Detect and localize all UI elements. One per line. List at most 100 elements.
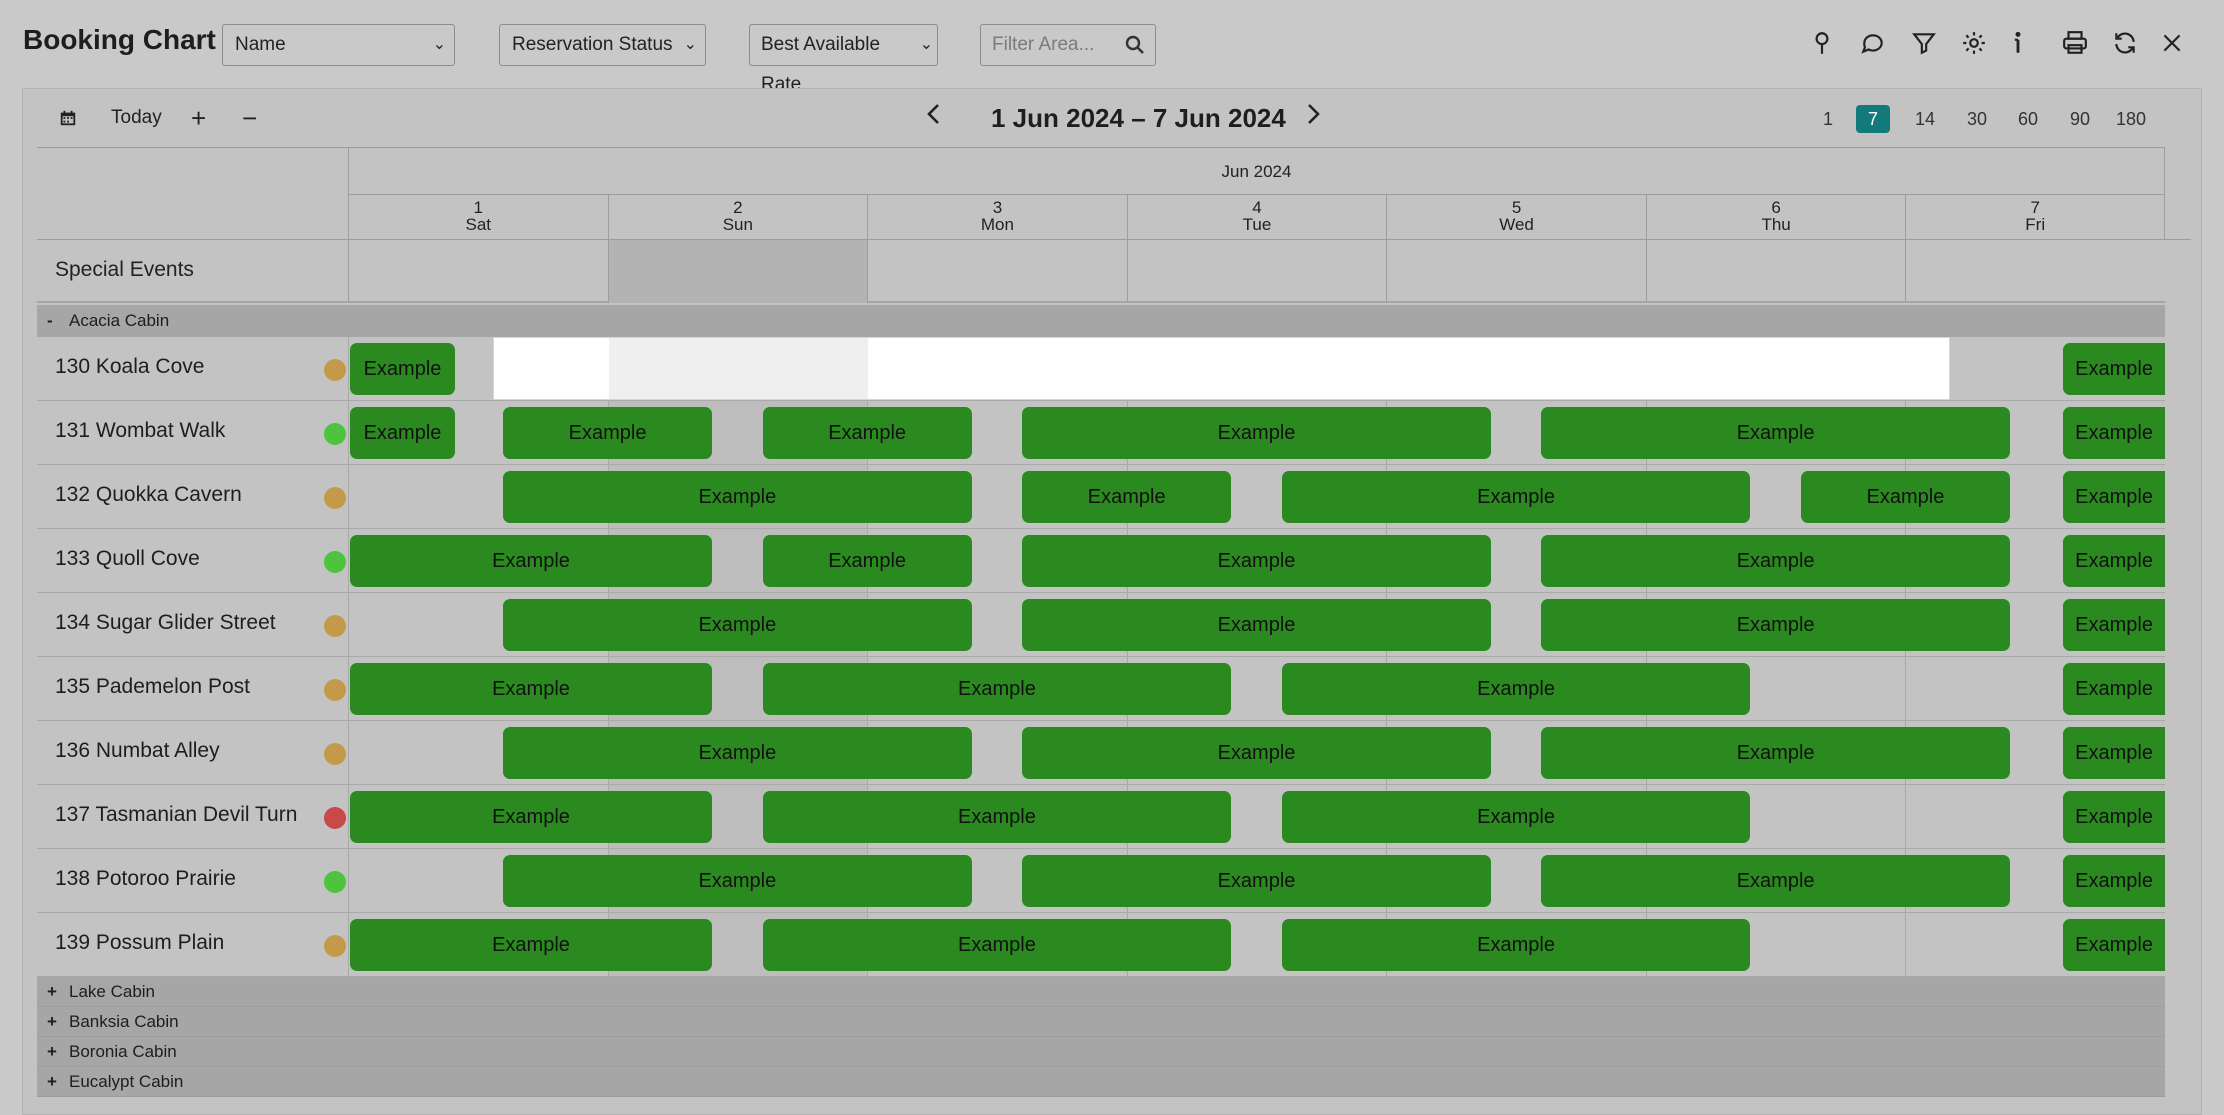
booking-block[interactable]: Example: [1022, 471, 1232, 523]
special-event-cell[interactable]: [867, 240, 1127, 303]
booking-block[interactable]: Example: [350, 663, 712, 715]
room-name[interactable]: 138 Potoroo Prairie: [55, 867, 236, 891]
booking-block[interactable]: Example: [2063, 919, 2165, 971]
booking-block[interactable]: Example: [2063, 599, 2165, 651]
group-row-collapsed[interactable]: + Boronia Cabin: [37, 1037, 2165, 1067]
booking-block[interactable]: Example: [2063, 855, 2165, 907]
rate-select[interactable]: Best Available Rate ⌄: [749, 24, 938, 95]
room-status-indicator[interactable]: [324, 487, 346, 509]
info-icon[interactable]: [2001, 26, 2035, 60]
room-name[interactable]: 136 Numbat Alley: [55, 739, 220, 763]
zoom-option-30[interactable]: 30: [1960, 105, 1994, 133]
room-name[interactable]: 133 Quoll Cove: [55, 547, 200, 571]
booking-block[interactable]: Example: [762, 919, 1232, 971]
expand-toggle[interactable]: +: [47, 1012, 69, 1032]
room-name[interactable]: 131 Wombat Walk: [55, 419, 225, 443]
refresh-icon[interactable]: [2108, 26, 2142, 60]
booking-block[interactable]: Example: [503, 727, 972, 779]
zoom-option-60[interactable]: 60: [2011, 105, 2045, 133]
room-name[interactable]: 134 Sugar Glider Street: [55, 611, 276, 635]
zoom-option-90[interactable]: 90: [2063, 105, 2097, 133]
room-status-indicator[interactable]: [324, 935, 346, 957]
filter-icon[interactable]: [1907, 26, 1941, 60]
booking-block[interactable]: Example: [1022, 855, 1491, 907]
booking-block[interactable]: Example: [350, 791, 712, 843]
booking-block[interactable]: Example: [1281, 919, 1751, 971]
collapse-toggle[interactable]: -: [47, 311, 69, 331]
booking-block[interactable]: Example: [762, 407, 972, 459]
booking-block[interactable]: Example: [1281, 471, 1751, 523]
expand-toggle[interactable]: +: [47, 1042, 69, 1062]
group-row-collapsed[interactable]: + Banksia Cabin: [37, 1007, 2165, 1037]
booking-block[interactable]: Example: [503, 599, 972, 651]
booking-block[interactable]: Example: [1022, 599, 1491, 651]
room-status-indicator[interactable]: [324, 743, 346, 765]
expand-toggle[interactable]: +: [47, 1072, 69, 1092]
booking-block[interactable]: Example: [350, 919, 712, 971]
room-name[interactable]: 135 Pademelon Post: [55, 675, 250, 699]
booking-block[interactable]: Example: [2063, 471, 2165, 523]
booking-block[interactable]: Example: [350, 343, 456, 395]
zoom-in-button[interactable]: +: [191, 103, 206, 133]
booking-block[interactable]: Example: [1022, 727, 1491, 779]
booking-block[interactable]: Example: [762, 791, 1232, 843]
room-name[interactable]: 132 Quokka Cavern: [55, 483, 242, 507]
booking-block[interactable]: Example: [1022, 407, 1491, 459]
booking-block[interactable]: Example: [2063, 407, 2165, 459]
booking-block[interactable]: Example: [1281, 663, 1751, 715]
booking-block[interactable]: Example: [1541, 407, 2010, 459]
booking-block[interactable]: Example: [1541, 599, 2010, 651]
zoom-option-1[interactable]: 1: [1811, 105, 1845, 133]
previous-period-button[interactable]: [926, 101, 942, 133]
today-button[interactable]: Today: [111, 103, 162, 133]
special-event-cell[interactable]: [1905, 240, 2165, 303]
filter-area-input[interactable]: Filter Area...: [980, 24, 1156, 66]
zoom-option-180[interactable]: 180: [2114, 105, 2148, 133]
booking-block[interactable]: Example: [2063, 343, 2165, 395]
room-status-indicator[interactable]: [324, 615, 346, 637]
booking-block[interactable]: Example: [2063, 791, 2165, 843]
printer-icon[interactable]: [2058, 26, 2092, 60]
room-status-indicator[interactable]: [324, 551, 346, 573]
calendar-icon[interactable]: [55, 103, 81, 133]
booking-block[interactable]: Example: [2063, 727, 2165, 779]
booking-block[interactable]: Example: [1801, 471, 2010, 523]
booking-block[interactable]: Example: [503, 407, 712, 459]
special-event-cell[interactable]: [348, 240, 608, 303]
booking-block[interactable]: Example: [350, 407, 456, 459]
booking-block[interactable]: Example: [503, 855, 972, 907]
booking-block[interactable]: Example: [1281, 791, 1751, 843]
booking-block[interactable]: Example: [2063, 535, 2165, 587]
room-status-indicator[interactable]: [324, 679, 346, 701]
group-row-collapsed[interactable]: + Eucalypt Cabin: [37, 1067, 2165, 1097]
zoom-option-7[interactable]: 7: [1856, 105, 1890, 133]
special-event-cell[interactable]: [607, 240, 868, 303]
room-name[interactable]: 137 Tasmanian Devil Turn: [55, 803, 297, 827]
booking-block[interactable]: Example: [350, 535, 712, 587]
chat-bubble-icon[interactable]: [1856, 26, 1890, 60]
zoom-out-button[interactable]: −: [242, 103, 257, 133]
booking-block[interactable]: Example: [1541, 535, 2010, 587]
gear-icon[interactable]: [1957, 26, 1991, 60]
group-row-acacia-cabin[interactable]: - Acacia Cabin: [37, 305, 2165, 337]
location-pin-icon[interactable]: [1805, 26, 1839, 60]
search-icon[interactable]: [1125, 35, 1145, 55]
selection-overlay[interactable]: [493, 337, 1950, 400]
booking-block[interactable]: Example: [1541, 727, 2010, 779]
room-status-indicator[interactable]: [324, 871, 346, 893]
room-status-indicator[interactable]: [324, 423, 346, 445]
next-period-button[interactable]: [1305, 101, 1321, 133]
expand-toggle[interactable]: +: [47, 982, 69, 1002]
booking-block[interactable]: Example: [762, 663, 1232, 715]
room-status-indicator[interactable]: [324, 359, 346, 381]
close-icon[interactable]: [2155, 26, 2189, 60]
booking-block[interactable]: Example: [1541, 855, 2010, 907]
room-name[interactable]: 130 Koala Cove: [55, 355, 204, 379]
special-event-cell[interactable]: [1386, 240, 1646, 303]
booking-block[interactable]: Example: [1022, 535, 1491, 587]
booking-block[interactable]: Example: [762, 535, 972, 587]
name-select[interactable]: Name ⌄: [222, 24, 455, 66]
special-event-cell[interactable]: [1126, 240, 1387, 303]
room-status-indicator[interactable]: [324, 807, 346, 829]
booking-block[interactable]: Example: [503, 471, 972, 523]
